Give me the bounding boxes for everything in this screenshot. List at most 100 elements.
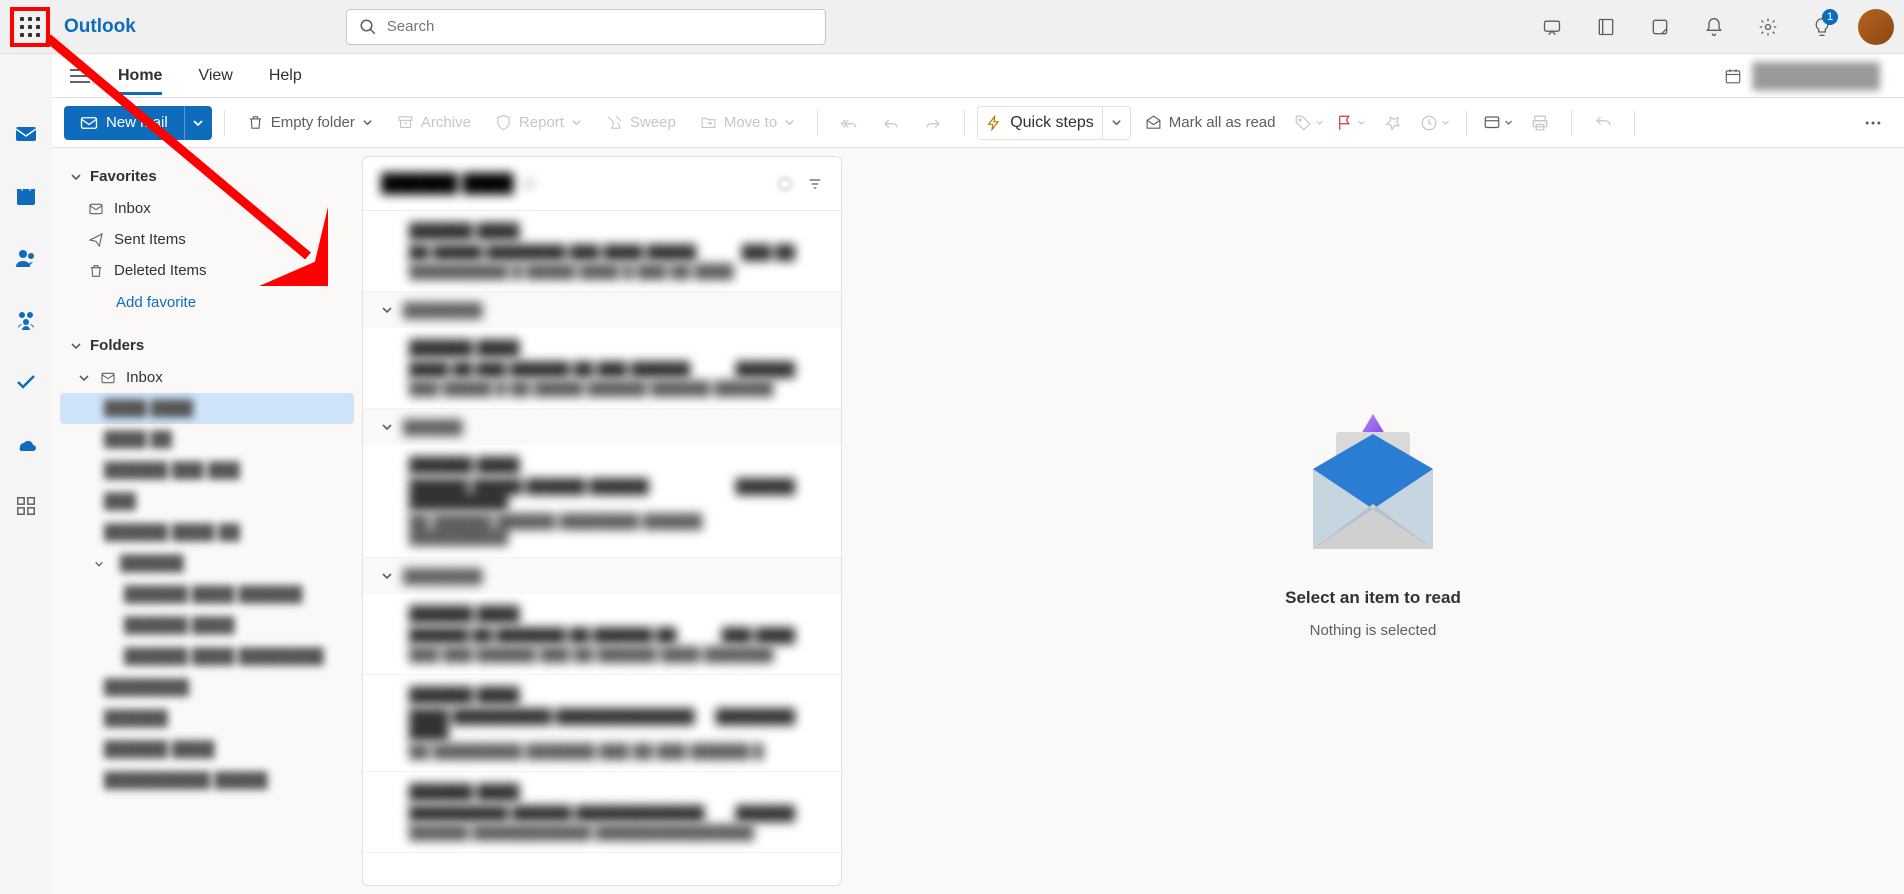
rail-groups-icon[interactable] bbox=[6, 300, 46, 340]
subfolder-item[interactable]: ██████ ████ ██████ bbox=[60, 579, 354, 610]
rail-todo-icon[interactable] bbox=[6, 362, 46, 402]
filter-icon[interactable] bbox=[807, 176, 823, 192]
separator bbox=[1571, 110, 1572, 136]
tag-button[interactable] bbox=[1290, 106, 1328, 140]
message-group-header[interactable]: ████████ bbox=[363, 292, 841, 328]
subfolder-item[interactable]: ██████ ████ ████████ bbox=[60, 641, 354, 672]
subfolder-item[interactable]: ██████ ████ bbox=[60, 734, 354, 765]
separator bbox=[1634, 110, 1635, 136]
chevron-down-icon bbox=[571, 117, 582, 128]
folder-move-icon bbox=[700, 114, 717, 131]
separator bbox=[224, 110, 225, 136]
chevron-down-icon bbox=[78, 372, 90, 384]
onenote-icon[interactable] bbox=[1582, 3, 1630, 51]
search-input[interactable] bbox=[387, 18, 813, 35]
subfolder-item[interactable]: ████ ██ bbox=[60, 424, 354, 455]
inbox-icon bbox=[88, 201, 104, 217]
add-favorite-link[interactable]: Add favorite bbox=[60, 286, 354, 319]
message-item[interactable]: ██████ ████ ████ ██ ███ ██████ ██ ███ ██… bbox=[363, 328, 841, 409]
trash-icon bbox=[247, 114, 264, 131]
app-title: Outlook bbox=[64, 16, 136, 38]
search-box[interactable] bbox=[346, 9, 826, 45]
reply-button[interactable] bbox=[872, 106, 910, 140]
empty-state-subtitle: Nothing is selected bbox=[1310, 622, 1437, 639]
chevron-down-icon bbox=[784, 117, 795, 128]
favorites-deleted[interactable]: Deleted Items bbox=[60, 255, 354, 286]
select-icon[interactable] bbox=[777, 176, 793, 192]
lightning-icon bbox=[986, 115, 1002, 131]
message-item[interactable]: ██████ ████ ██████ █████ ██████ ██████ █… bbox=[363, 445, 841, 558]
tab-view[interactable]: View bbox=[198, 57, 232, 95]
subfolder-item[interactable]: ████████ bbox=[60, 672, 354, 703]
separator bbox=[817, 110, 818, 136]
rail-more-apps-icon[interactable] bbox=[6, 486, 46, 526]
new-mail-dropdown[interactable] bbox=[184, 106, 212, 140]
message-group-header[interactable]: ██████ bbox=[363, 409, 841, 445]
snooze-button[interactable] bbox=[1416, 106, 1454, 140]
favorites-header[interactable]: Favorites bbox=[60, 160, 354, 193]
send-icon bbox=[88, 232, 104, 248]
empty-state-title: Select an item to read bbox=[1285, 588, 1461, 608]
more-button[interactable] bbox=[1854, 106, 1892, 140]
subfolder-item[interactable]: ████ ████ bbox=[60, 393, 354, 424]
quick-steps-button[interactable]: Quick steps bbox=[977, 106, 1131, 140]
rail-onedrive-icon[interactable] bbox=[6, 424, 46, 464]
avatar[interactable] bbox=[1858, 9, 1894, 45]
empty-folder-button[interactable]: Empty folder bbox=[237, 106, 383, 140]
tips-icon[interactable]: 1 bbox=[1798, 3, 1846, 51]
sweep-icon bbox=[606, 114, 623, 131]
favorites-inbox[interactable]: Inbox bbox=[60, 193, 354, 224]
message-item[interactable]: ██████ ████ ██████████ ██████ ██████████… bbox=[363, 772, 841, 853]
teams-chat-icon[interactable] bbox=[1528, 3, 1576, 51]
calendar-peek-icon[interactable] bbox=[1724, 67, 1742, 85]
subfolder-item[interactable]: ██████ ████ bbox=[60, 610, 354, 641]
favorites-sent[interactable]: Sent Items bbox=[60, 224, 354, 255]
archive-icon bbox=[397, 114, 414, 131]
browser-button[interactable] bbox=[1479, 106, 1517, 140]
notes-icon[interactable] bbox=[1636, 3, 1684, 51]
separator bbox=[964, 110, 965, 136]
subfolder-item[interactable]: ███ bbox=[60, 486, 354, 517]
message-group-header[interactable]: ████████ bbox=[363, 558, 841, 594]
tab-home[interactable]: Home bbox=[118, 57, 162, 95]
reply-all-button[interactable] bbox=[830, 106, 868, 140]
rail-calendar-icon[interactable] bbox=[6, 176, 46, 216]
empty-mail-illustration bbox=[1288, 404, 1458, 574]
subfolder-item[interactable]: ██████████ █████ bbox=[60, 765, 354, 796]
pin-button[interactable] bbox=[1374, 106, 1412, 140]
notifications-icon[interactable] bbox=[1690, 3, 1738, 51]
print-button[interactable] bbox=[1521, 106, 1559, 140]
message-item[interactable]: ██████ ████ ████ ██████████ ████████████… bbox=[363, 675, 841, 772]
chevron-down-icon bbox=[70, 171, 82, 183]
chevron-down-icon bbox=[381, 570, 393, 582]
new-mail-button[interactable]: New mail bbox=[64, 106, 184, 140]
flag-button[interactable] bbox=[1332, 106, 1370, 140]
folders-header[interactable]: Folders bbox=[60, 329, 354, 362]
undo-button[interactable] bbox=[1584, 106, 1622, 140]
rail-mail-icon[interactable] bbox=[6, 114, 46, 154]
shield-icon bbox=[495, 114, 512, 131]
subfolder-item[interactable]: ██████ bbox=[60, 548, 354, 579]
rail-people-icon[interactable] bbox=[6, 238, 46, 278]
move-to-button[interactable]: Move to bbox=[690, 106, 805, 140]
sweep-button[interactable]: Sweep bbox=[596, 106, 686, 140]
trash-icon bbox=[88, 263, 104, 279]
message-item[interactable]: ██████ ████ ██████ ██ ███████ ██ ██████ … bbox=[363, 594, 841, 675]
separator bbox=[1466, 110, 1467, 136]
chevron-down-icon bbox=[1111, 117, 1122, 128]
subfolder-item[interactable]: ██████ ████ ██ bbox=[60, 517, 354, 548]
archive-button[interactable]: Archive bbox=[387, 106, 481, 140]
tips-badge: 1 bbox=[1822, 9, 1838, 25]
folders-inbox[interactable]: Inbox bbox=[60, 362, 354, 393]
subfolder-item[interactable]: ██████ bbox=[60, 703, 354, 734]
tab-help[interactable]: Help bbox=[269, 57, 302, 95]
subfolder-item[interactable]: ██████ ███ ███ bbox=[60, 455, 354, 486]
message-item[interactable]: ██████ ████ ██ █████ ████████ ███ ████ █… bbox=[363, 211, 841, 292]
forward-button[interactable] bbox=[914, 106, 952, 140]
app-launcher-button[interactable] bbox=[10, 7, 50, 47]
waffle-icon bbox=[20, 17, 40, 37]
settings-icon[interactable] bbox=[1744, 3, 1792, 51]
mark-all-read-button[interactable]: Mark all as read bbox=[1135, 106, 1286, 140]
hamburger-menu[interactable] bbox=[60, 68, 100, 84]
report-button[interactable]: Report bbox=[485, 106, 592, 140]
